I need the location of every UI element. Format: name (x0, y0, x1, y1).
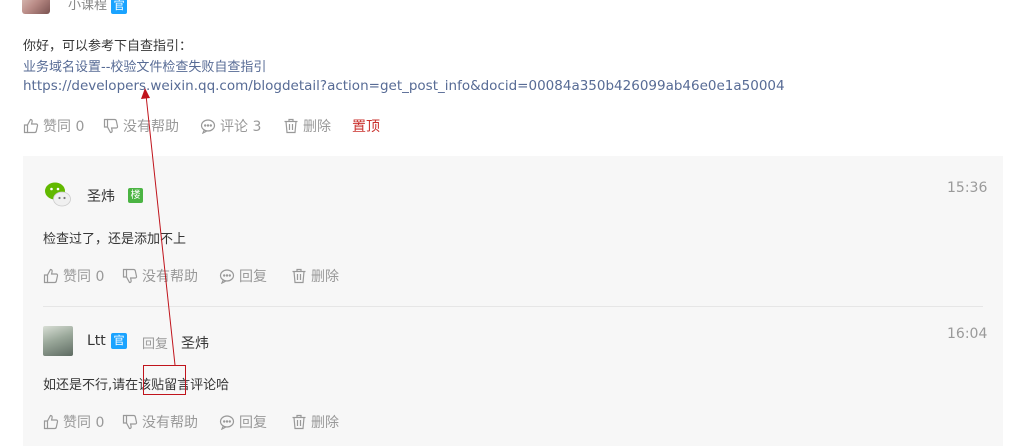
annotation-arrow (141, 88, 176, 366)
